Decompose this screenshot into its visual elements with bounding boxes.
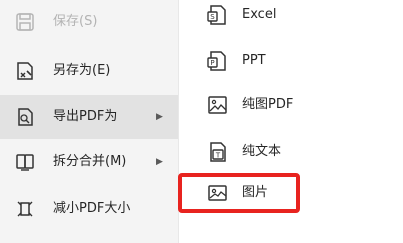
submenu-item-ppt[interactable]: P PPT bbox=[179, 39, 403, 83]
plain-text-icon: T bbox=[206, 140, 230, 164]
svg-text:P: P bbox=[210, 59, 214, 67]
menu-item-compress-pdf-label: 减小PDF大小 bbox=[53, 201, 131, 216]
save-icon bbox=[13, 10, 37, 34]
submenu-item-ppt-label: PPT bbox=[242, 53, 266, 68]
submenu-item-image-pdf-label: 纯图PDF bbox=[242, 97, 294, 112]
split-merge-icon bbox=[13, 150, 37, 174]
menu-item-export-pdf[interactable]: 导出PDF为 ▶ bbox=[0, 95, 178, 139]
highlight-box bbox=[178, 173, 300, 213]
menu-item-save-as[interactable]: 另存为(E) bbox=[0, 49, 178, 93]
menu-item-save-as-label: 另存为(E) bbox=[53, 63, 111, 78]
submenu-arrow-icon: ▶ bbox=[156, 112, 163, 122]
image-pdf-icon bbox=[206, 93, 230, 117]
file-menu: 保存(S) 另存为(E) 导出PDF为 ▶ 拆分合并(M) ▶ 减小PDF大小 bbox=[0, 0, 178, 243]
ppt-doc-icon: P bbox=[206, 49, 230, 73]
save-as-icon bbox=[13, 59, 37, 83]
compress-pdf-icon bbox=[13, 197, 37, 221]
submenu-item-image-pdf[interactable]: 纯图PDF bbox=[179, 83, 403, 127]
menu-item-save[interactable]: 保存(S) bbox=[0, 0, 178, 44]
submenu-item-plain-text[interactable]: T 纯文本 bbox=[179, 130, 403, 174]
menu-item-split-merge-label: 拆分合并(M) bbox=[53, 154, 127, 169]
export-pdf-icon bbox=[13, 105, 37, 129]
submenu-arrow-icon: ▶ bbox=[156, 157, 163, 167]
svg-text:T: T bbox=[215, 152, 221, 160]
submenu-item-excel[interactable]: S Excel bbox=[179, 0, 403, 37]
menu-item-compress-pdf[interactable]: 减小PDF大小 bbox=[0, 187, 178, 231]
svg-text:S: S bbox=[210, 13, 215, 21]
submenu-item-excel-label: Excel bbox=[242, 7, 277, 22]
excel-doc-icon: S bbox=[206, 3, 230, 27]
menu-item-export-pdf-label: 导出PDF为 bbox=[53, 109, 118, 124]
menu-item-save-label: 保存(S) bbox=[53, 14, 98, 29]
menu-item-split-merge[interactable]: 拆分合并(M) ▶ bbox=[0, 140, 178, 184]
submenu-item-plain-text-label: 纯文本 bbox=[242, 144, 282, 159]
